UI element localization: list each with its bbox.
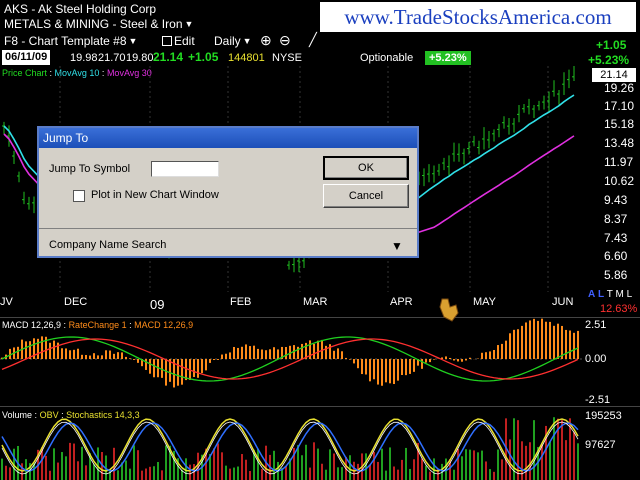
chevron-down-icon: ▼ [242, 36, 252, 46]
price-y-label: 6.60 [604, 249, 628, 263]
price-y-label: 15.18 [604, 117, 635, 131]
price-y-label: 10.62 [604, 174, 635, 188]
pct-change-badge: +5.23% [425, 51, 471, 65]
period-button-l[interactable]: L [598, 289, 604, 300]
watermark: www.TradeStocksAmerica.com [320, 2, 636, 32]
edit-button[interactable]: Edit [162, 34, 195, 48]
template-label: F8 - Chart Template #8 [4, 34, 127, 48]
period-button-m[interactable]: M [615, 289, 623, 300]
plot-new-window-checkbox[interactable] [73, 190, 85, 202]
jump-to-dialog: Jump To Jump To Symbol Plot in New Chart… [37, 126, 419, 258]
dialog-title: Jump To [39, 128, 417, 148]
price-x-label: FEB [230, 296, 252, 308]
chevron-down-icon: ▼ [184, 19, 194, 29]
price-x-label: MAY [473, 296, 497, 308]
right-pct: +5.23% [588, 53, 630, 67]
jump-to-symbol-label: Jump To Symbol [49, 163, 131, 175]
price-x-label: DEC [64, 296, 88, 308]
price-y-label: 9.43 [604, 193, 628, 207]
quote-change: +1.05 [188, 50, 219, 64]
price-x-label: 09 [150, 297, 165, 312]
symbol-title: AKS - Ak Steel Holding Corp [4, 2, 157, 16]
macd-y-bot: -2.51 [585, 394, 611, 406]
period-button-t[interactable]: T [607, 289, 613, 300]
price-y-label: 11.97 [604, 155, 634, 169]
period-button-l2[interactable]: L [627, 289, 633, 300]
sector-label: METALS & MINING - Steel & Iron [4, 17, 183, 31]
price-x-label: JV [0, 296, 13, 308]
price-y-label: 8.37 [604, 212, 628, 226]
quote-volume: 144801 [228, 52, 265, 64]
quote-low: 19.80 [126, 52, 154, 64]
right-change: +1.05 [596, 38, 627, 52]
period-dropdown[interactable]: Daily ▼ [214, 34, 252, 48]
draw-line-icon[interactable]: ╱ [309, 32, 317, 48]
price-x-label: APR [390, 296, 413, 308]
period-buttons: A L T M L [588, 289, 632, 300]
macd-chart[interactable] [0, 318, 582, 406]
edit-icon [162, 36, 172, 46]
quote-last: 21.14 [153, 50, 184, 64]
price-x-label: JUN [552, 296, 574, 308]
optionable-label: Optionable [360, 52, 414, 64]
quote-open: 19.98 [70, 52, 98, 64]
bottom-pct: 12.63% [600, 303, 638, 315]
quote-date: 06/11/09 [2, 50, 51, 65]
zoom-out-icon[interactable]: ⊖ [279, 32, 291, 49]
quote-exchange: NYSE [272, 52, 302, 64]
chevron-down-icon: ▼ [128, 36, 138, 46]
jump-to-symbol-input[interactable] [151, 161, 219, 177]
price-y-label: 5.86 [604, 268, 628, 282]
zoom-in-icon[interactable]: ⊕ [260, 32, 272, 49]
period-button-a[interactable]: A [588, 289, 595, 300]
volume-y-top: 195253 [585, 410, 622, 422]
price-y-label: 19.26 [604, 81, 635, 95]
company-name-search-label[interactable]: Company Name Search [49, 239, 166, 251]
plot-new-window-label: Plot in New Chart Window [91, 189, 219, 201]
ok-button[interactable]: OK [323, 156, 409, 180]
price-y-label: 7.43 [604, 231, 628, 245]
sector-dropdown[interactable]: METALS & MINING - Steel & Iron ▼ [4, 17, 193, 31]
cancel-button[interactable]: Cancel [323, 184, 409, 208]
macd-y-mid: 0.00 [585, 353, 607, 365]
price-y-label: 17.10 [604, 99, 635, 113]
quote-high: 21.70 [98, 52, 126, 64]
period-label: Daily [214, 34, 241, 48]
template-dropdown[interactable]: F8 - Chart Template #8 ▼ [4, 34, 137, 48]
cursor-hand-icon [439, 298, 459, 322]
last-price-box: 21.14 [592, 68, 636, 82]
price-x-label: MAR [303, 296, 328, 308]
macd-y-top: 2.51 [585, 319, 607, 331]
volume-chart[interactable] [0, 407, 582, 480]
price-y-label: 13.48 [604, 136, 635, 150]
dialog-separator [39, 228, 417, 229]
expand-down-icon[interactable]: ▼ [391, 239, 403, 253]
edit-label: Edit [174, 34, 195, 48]
volume-y-mid: 97627 [585, 439, 616, 451]
